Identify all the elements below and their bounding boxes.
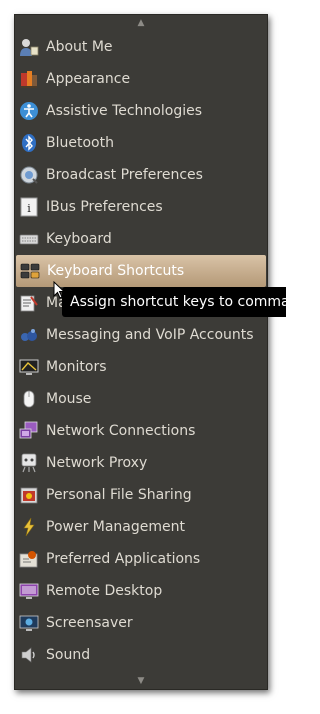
menu-item-label: Messaging and VoIP Accounts: [46, 327, 254, 343]
appearance-icon: [19, 69, 39, 89]
menu-item-label: Network Connections: [46, 423, 196, 439]
bluetooth-icon: [19, 133, 39, 153]
menu-item-label: Personal File Sharing: [46, 487, 192, 503]
keyboard-shortcuts-icon: [20, 261, 40, 281]
menu-item-assistive-technologies[interactable]: Assistive Technologies: [15, 95, 267, 127]
menu-item-label: Screensaver: [46, 615, 133, 631]
ibus-icon: i: [19, 197, 39, 217]
network-connections-icon: [19, 421, 39, 441]
accessibility-icon: [19, 101, 39, 121]
menu-item-network-proxy[interactable]: Network Proxy: [15, 447, 267, 479]
menu-item-mouse[interactable]: Mouse: [15, 383, 267, 415]
menu-item-remote-desktop[interactable]: Remote Desktop: [15, 575, 267, 607]
menu-item-power-management[interactable]: Power Management: [15, 511, 267, 543]
menu-item-label: Sound: [46, 647, 91, 663]
menu-item-label: Network Proxy: [46, 455, 148, 471]
mouse-pointer-icon: [53, 280, 66, 299]
menu-item-label: Remote Desktop: [46, 583, 163, 599]
scroll-up-arrow[interactable]: ▲: [15, 15, 267, 31]
menu-item-network-connections[interactable]: Network Connections: [15, 415, 267, 447]
sound-icon: [19, 645, 39, 665]
menu-item-label: Preferred Applications: [46, 551, 201, 567]
menu-item-label: Keyboard: [46, 231, 112, 247]
main-menu-icon: [19, 293, 39, 313]
svg-text:i: i: [27, 202, 31, 215]
menu-item-ibus-preferences[interactable]: i IBus Preferences: [15, 191, 267, 223]
monitor-icon: [19, 357, 39, 377]
screensaver-icon: [19, 613, 39, 633]
menu-item-appearance[interactable]: Appearance: [15, 63, 267, 95]
tooltip: Assign shortcut keys to comma: [62, 287, 286, 317]
menu-item-label: About Me: [46, 39, 113, 55]
menu-item-keyboard[interactable]: Keyboard: [15, 223, 267, 255]
menu-item-messaging-voip-accounts[interactable]: Messaging and VoIP Accounts: [15, 319, 267, 351]
menu-item-screensaver[interactable]: Screensaver: [15, 607, 267, 639]
menu-item-bluetooth[interactable]: Bluetooth: [15, 127, 267, 159]
power-icon: [19, 517, 39, 537]
tooltip-text: Assign shortcut keys to comma: [70, 294, 286, 310]
remote-desktop-icon: [19, 581, 39, 601]
scroll-down-arrow[interactable]: ▼: [15, 673, 267, 689]
menu-item-sound[interactable]: Sound: [15, 639, 267, 671]
menu-item-label: IBus Preferences: [46, 199, 163, 215]
menu-item-personal-file-sharing[interactable]: Personal File Sharing: [15, 479, 267, 511]
mouse-icon: [19, 389, 39, 409]
network-proxy-icon: [19, 453, 39, 473]
menu-item-label: Mouse: [46, 391, 92, 407]
menu-item-label: Assistive Technologies: [46, 103, 203, 119]
preferred-apps-icon: [19, 549, 39, 569]
menu-item-label: Broadcast Preferences: [46, 167, 203, 183]
system-preferences-menu: ▲ About Me Appearance Assistive Technolo…: [14, 14, 268, 690]
menu-item-monitors[interactable]: Monitors: [15, 351, 267, 383]
menu-item-preferred-applications[interactable]: Preferred Applications: [15, 543, 267, 575]
keyboard-icon: [19, 229, 39, 249]
menu-item-about-me[interactable]: About Me: [15, 31, 267, 63]
menu-item-broadcast-preferences[interactable]: Broadcast Preferences: [15, 159, 267, 191]
menu-item-label: Monitors: [46, 359, 107, 375]
menu-item-label: Keyboard Shortcuts: [47, 263, 185, 279]
menu-item-label: Bluetooth: [46, 135, 114, 151]
user-icon: [19, 37, 39, 57]
menu-item-label: Power Management: [46, 519, 186, 535]
menu-items: About Me Appearance Assistive Technologi…: [15, 31, 267, 671]
messaging-icon: [19, 325, 39, 345]
menu-item-label: Appearance: [46, 71, 131, 87]
file-sharing-icon: [19, 485, 39, 505]
broadcast-icon: [19, 165, 39, 185]
